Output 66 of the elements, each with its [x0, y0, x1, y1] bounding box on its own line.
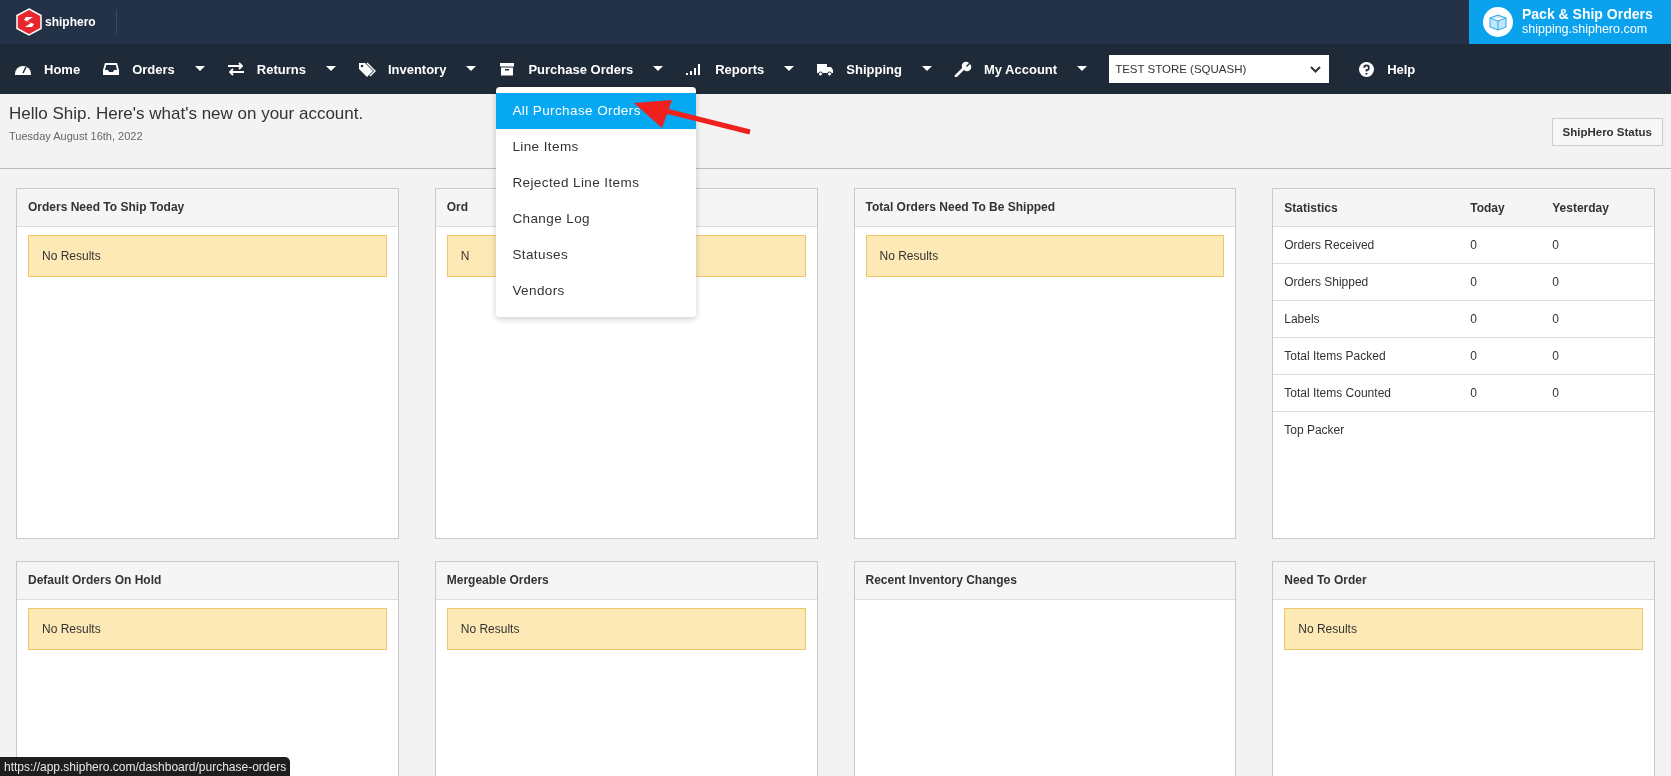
- nav-link[interactable]: Purchase Orders: [528, 61, 664, 77]
- panel-title: Total Orders Need To Be Shipped: [854, 189, 1236, 227]
- table-cell-text: 0: [1470, 312, 1478, 326]
- table-cell-text: Top Packer: [1284, 423, 1346, 437]
- table-cell-text: 0: [1552, 275, 1560, 289]
- table-cell-text: 0: [1552, 349, 1560, 363]
- nav-link[interactable]: My Account: [983, 61, 1088, 77]
- nav-link[interactable]: Inventory: [387, 61, 477, 77]
- table-cell-text: 0: [1552, 386, 1560, 400]
- caret-icon: [194, 66, 205, 72]
- panel-title: Mergeable Orders: [435, 562, 817, 600]
- tag-icon: [357, 61, 376, 77]
- promo-title: Pack & Ship Orders: [1522, 7, 1653, 23]
- truck-icon: [816, 61, 835, 77]
- no-results-alert: No Results: [28, 608, 387, 650]
- chevron-down-icon: [1310, 65, 1322, 73]
- swap-arrows-icon: [226, 61, 245, 77]
- table-cell-text: 0: [1470, 349, 1478, 363]
- logo-icon: [16, 8, 42, 36]
- brand-name: shiphero: [45, 15, 96, 29]
- archive-box-icon: [498, 61, 517, 77]
- nav-link[interactable]: Home: [44, 61, 81, 77]
- help-icon: [1359, 61, 1375, 77]
- panel-title: Need To Order: [1273, 562, 1654, 600]
- menu-item[interactable]: Statuses: [496, 237, 697, 273]
- table-cell-text: 0: [1552, 312, 1560, 326]
- panel-title: Default Orders On Hold: [17, 562, 398, 600]
- column-header: Today: [1470, 200, 1506, 215]
- panel-title: Orders Need To Ship Today: [17, 189, 398, 227]
- help-link[interactable]: Help: [1387, 61, 1416, 77]
- column-header: Yesterday: [1552, 200, 1610, 215]
- promo-url: shipping.shiphero.com: [1522, 22, 1649, 37]
- table-cell-text: 0: [1470, 275, 1478, 289]
- table-cell-text: Labels: [1284, 312, 1321, 326]
- table-cell-text: 0: [1470, 238, 1478, 252]
- table-cell-text: 0: [1552, 238, 1560, 252]
- status-button[interactable]: ShipHero Status: [1551, 118, 1663, 146]
- inbox-icon: [102, 61, 121, 77]
- nav-link[interactable]: Shipping: [846, 61, 932, 77]
- wrench-icon: [953, 61, 972, 77]
- caret-icon: [325, 66, 336, 72]
- caret-icon: [653, 66, 664, 72]
- no-results-alert: No Results: [1284, 608, 1643, 650]
- caret-icon: [784, 66, 795, 72]
- store-select[interactable]: TEST STORE (SQUASH): [1109, 55, 1330, 83]
- table-cell-text: Orders Shipped: [1284, 275, 1370, 289]
- table-cell-text: Total Items Packed: [1284, 349, 1387, 363]
- table-cell-text: Orders Received: [1284, 238, 1376, 252]
- table-cell-text: 0: [1470, 386, 1478, 400]
- box-icon: [1483, 7, 1513, 37]
- panel-title: Recent Inventory Changes: [854, 562, 1236, 600]
- nav-link[interactable]: Orders: [132, 61, 205, 77]
- nav-link[interactable]: Returns: [256, 61, 336, 77]
- link-preview: https://app.shiphero.com/dashboard/purchase-orders: [0, 757, 291, 776]
- caret-icon: [466, 66, 477, 72]
- date-text: Tuesday August 16th, 2022: [9, 130, 144, 142]
- no-results-alert: No Results: [446, 608, 806, 650]
- column-header: Statistics: [1284, 200, 1339, 215]
- no-results-alert: No Results: [28, 235, 387, 277]
- menu-item[interactable]: Line Items: [496, 129, 697, 165]
- caret-icon: [1077, 66, 1088, 72]
- table-cell-text: Total Items Counted: [1284, 386, 1392, 400]
- greeting-title: Hello Ship. Here's what's new on your account.: [9, 104, 364, 124]
- no-results-alert: No Results: [865, 235, 1225, 277]
- caret-icon: [921, 66, 932, 72]
- nav-link[interactable]: Reports: [715, 61, 795, 77]
